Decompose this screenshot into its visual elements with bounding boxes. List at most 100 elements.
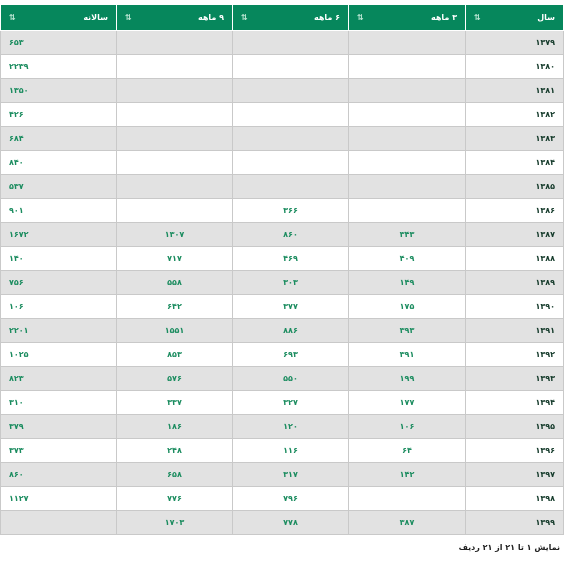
cell-year: ۱۳۹۲ [465, 342, 564, 367]
cell-m3: ۴۰۹ [348, 246, 466, 271]
cell-m3 [348, 78, 466, 103]
cell-year: ۱۳۹۳ [465, 366, 564, 391]
cell-m9: ۱۷۰۳ [116, 510, 233, 535]
table-row: ۱۳۸۸ ۴۰۹ ۴۶۹ ۷۱۷ ۱۴۰ [0, 246, 564, 271]
cell-m3: ۱۴۹ [348, 270, 466, 295]
cell-m3 [348, 126, 466, 151]
cell-m9 [116, 102, 233, 127]
cell-m6: ۱۱۶ [232, 438, 349, 463]
cell-m9: ۵۵۸ [116, 270, 233, 295]
cell-year: ۱۳۸۳ [465, 126, 564, 151]
cell-m9: ۳۳۷ [116, 390, 233, 415]
cell-annual: ۱۰۲۵ [0, 342, 117, 367]
table-row: ۱۳۹۰ ۱۷۵ ۳۷۷ ۶۴۲ ۱۰۶ [0, 294, 564, 319]
table-row: ۱۳۹۵ ۱۰۶ ۱۲۰ ۱۸۶ ۳۷۹ [0, 414, 564, 439]
cell-annual: ۱۳۵۰ [0, 78, 117, 103]
column-header-3-month[interactable]: ۳ ماهه ⇅ [348, 4, 466, 31]
cell-m6 [232, 102, 349, 127]
sort-icon: ⇅ [9, 12, 16, 22]
cell-m6 [232, 78, 349, 103]
cell-m3: ۶۴ [348, 438, 466, 463]
cell-m3: ۱۹۹ [348, 366, 466, 391]
sort-asc-icon: ⇅ [474, 12, 481, 22]
cell-annual: ۲۲۰۱ [0, 318, 117, 343]
table-row: ۱۳۸۱ ۱۳۵۰ [0, 78, 564, 103]
cell-annual: ۸۴۰ [0, 150, 117, 175]
table-row: ۱۳۸۳ ۶۸۴ [0, 126, 564, 151]
cell-annual: ۸۲۳ [0, 366, 117, 391]
cell-m6 [232, 126, 349, 151]
table-row: ۱۳۷۹ ۶۵۳ [0, 30, 564, 55]
cell-m6: ۸۸۶ [232, 318, 349, 343]
cell-m6: ۳۷۷ [232, 294, 349, 319]
cell-year: ۱۳۸۱ [465, 78, 564, 103]
cell-m9: ۷۱۷ [116, 246, 233, 271]
cell-m3 [348, 54, 466, 79]
cell-m3: ۱۷۵ [348, 294, 466, 319]
cell-m3 [348, 150, 466, 175]
cell-annual: ۱۱۲۷ [0, 486, 117, 511]
cell-m3: ۱۴۲ [348, 462, 466, 487]
table-row: ۱۳۸۰ ۲۲۳۹ [0, 54, 564, 79]
cell-year: ۱۳۸۸ [465, 246, 564, 271]
table-widget: سال ⇅ ۳ ماهه ⇅ ۶ ماهه ⇅ ۹ ماهه ⇅ سالانه … [0, 0, 564, 573]
cell-annual: ۳۷۳ [0, 438, 117, 463]
column-label: ۹ ماهه [197, 12, 224, 22]
table-row: ۱۳۹۷ ۱۴۲ ۳۱۷ ۶۵۸ ۸۶۰ [0, 462, 564, 487]
column-header-9-month[interactable]: ۹ ماهه ⇅ [116, 4, 233, 31]
cell-annual [0, 510, 117, 535]
cell-m6: ۶۹۳ [232, 342, 349, 367]
cell-year: ۱۳۹۱ [465, 318, 564, 343]
cell-year: ۱۳۸۴ [465, 150, 564, 175]
cell-m9: ۱۸۶ [116, 414, 233, 439]
cell-m9 [116, 126, 233, 151]
cell-m9: ۸۵۳ [116, 342, 233, 367]
cell-m3: ۳۸۷ [348, 510, 466, 535]
data-table: سال ⇅ ۳ ماهه ⇅ ۶ ماهه ⇅ ۹ ماهه ⇅ سالانه … [0, 4, 564, 535]
cell-m6 [232, 174, 349, 199]
table-row: ۱۳۸۷ ۳۴۳ ۸۶۰ ۱۳۰۷ ۱۶۷۲ [0, 222, 564, 247]
cell-m6: ۷۷۸ [232, 510, 349, 535]
table-row: ۱۳۸۶ ۳۶۶ ۹۰۱ [0, 198, 564, 223]
cell-annual: ۶۸۴ [0, 126, 117, 151]
cell-m9: ۶۵۸ [116, 462, 233, 487]
cell-m9: ۲۴۸ [116, 438, 233, 463]
cell-m3: ۳۹۳ [348, 318, 466, 343]
column-label: ۳ ماهه [430, 12, 457, 22]
table-row: ۱۳۸۹ ۱۴۹ ۳۰۳ ۵۵۸ ۷۵۶ [0, 270, 564, 295]
cell-annual: ۱۶۷۲ [0, 222, 117, 247]
cell-m6: ۵۵۰ [232, 366, 349, 391]
cell-m3 [348, 198, 466, 223]
table-row: ۱۳۹۶ ۶۴ ۱۱۶ ۲۴۸ ۳۷۳ [0, 438, 564, 463]
table-row: ۱۳۹۴ ۱۷۷ ۳۲۷ ۳۳۷ ۳۱۰ [0, 390, 564, 415]
cell-annual: ۴۲۶ [0, 102, 117, 127]
cell-m9 [116, 78, 233, 103]
column-header-year[interactable]: سال ⇅ [465, 4, 564, 31]
cell-annual: ۵۳۷ [0, 174, 117, 199]
column-label: سال [537, 12, 555, 22]
column-header-annual[interactable]: سالانه ⇅ [0, 4, 117, 31]
sort-icon: ⇅ [241, 12, 248, 22]
cell-year: ۱۳۹۵ [465, 414, 564, 439]
table-body: ۱۳۷۹ ۶۵۳ ۱۳۸۰ ۲۲۳۹ ۱۳۸۱ ۱۳۵۰ ۱۳۸۲ ۴۲۶ ۱۳۸۳ ۶۸۴ ۱۳۸… [0, 30, 564, 535]
cell-m9 [116, 30, 233, 55]
cell-annual: ۹۰۱ [0, 198, 117, 223]
cell-m3: ۳۹۱ [348, 342, 466, 367]
column-label: ۶ ماهه [313, 12, 340, 22]
cell-annual: ۶۵۳ [0, 30, 117, 55]
table-row: ۱۳۹۱ ۳۹۳ ۸۸۶ ۱۵۵۱ ۲۲۰۱ [0, 318, 564, 343]
table-row: ۱۳۹۹ ۳۸۷ ۷۷۸ ۱۷۰۳ [0, 510, 564, 535]
cell-year: ۱۳۸۵ [465, 174, 564, 199]
cell-year: ۱۳۸۹ [465, 270, 564, 295]
cell-year: ۱۳۹۴ [465, 390, 564, 415]
cell-m3: ۳۴۳ [348, 222, 466, 247]
column-header-6-month[interactable]: ۶ ماهه ⇅ [232, 4, 349, 31]
cell-m9 [116, 54, 233, 79]
cell-m9: ۱۵۵۱ [116, 318, 233, 343]
column-label: سالانه [83, 12, 108, 22]
table-info: نمایش ۱ تا ۲۱ از ۲۱ ردیف [458, 543, 560, 552]
table-row: ۱۳۸۵ ۵۳۷ [0, 174, 564, 199]
cell-m6: ۷۹۶ [232, 486, 349, 511]
cell-m6: ۸۶۰ [232, 222, 349, 247]
cell-m3: ۱۰۶ [348, 414, 466, 439]
